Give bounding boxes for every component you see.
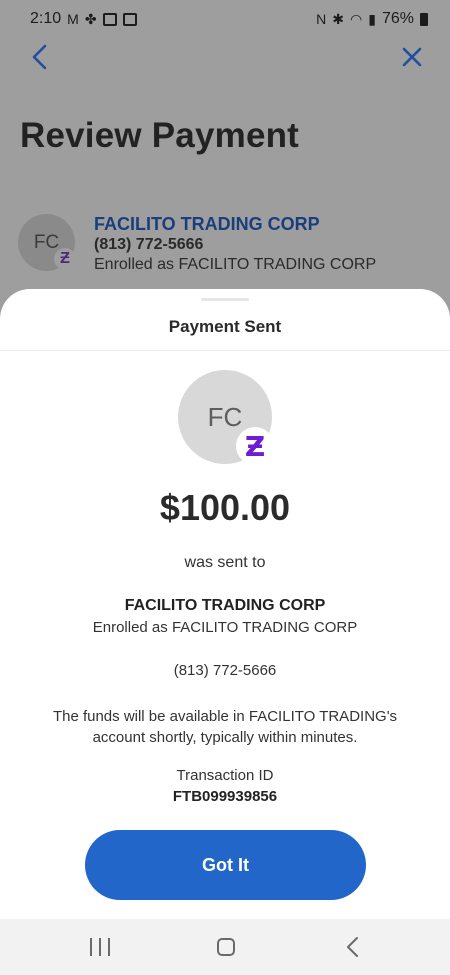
status-bar: 2:10 M ✤ N ✱ ◠ ▮ 76% [0, 0, 450, 38]
divider [0, 350, 450, 351]
app-notification-icon-2 [122, 12, 137, 26]
payment-amount: $100.00 [159, 487, 291, 528]
recipient-name: FACILITO TRADING CORP [94, 214, 320, 234]
got-it-button[interactable]: Got It [85, 830, 366, 900]
transaction-id-label: Transaction ID [176, 767, 274, 784]
battery-percent: 76% [381, 10, 414, 27]
sent-to-text: was sent to [184, 554, 266, 571]
wifi-icon: ◠ [350, 11, 363, 27]
status-right: N ✱ ◠ ▮ 76% [316, 10, 428, 28]
sheet-title: Payment Sent [168, 317, 282, 336]
app-notification-icon [102, 12, 117, 26]
nfc-icon: N [316, 11, 327, 27]
recipient-summary: FC Ƶ FACILITO TRADING CORP (813) 772-566… [18, 212, 438, 282]
gmail-icon: M [67, 11, 79, 27]
recipient-name: FACILITO TRADING CORP [124, 597, 326, 614]
back-arrow-icon[interactable] [28, 42, 52, 72]
recipient-enrolled: Enrolled as FACILITO TRADING CORP [92, 619, 358, 636]
home-icon[interactable] [217, 938, 235, 956]
zelle-badge-icon: Ƶ [54, 248, 76, 270]
battery-icon [420, 12, 428, 26]
drag-handle[interactable] [201, 298, 249, 301]
recipient-phone: (813) 772-5666 [173, 662, 277, 679]
payment-sent-sheet: Payment Sent FC Ƶ $100.00 was sent to FA… [0, 289, 450, 919]
page-title: Review Payment [20, 116, 300, 155]
bluetooth-icon: ✱ [332, 11, 345, 27]
close-icon[interactable] [400, 44, 424, 70]
zelle-badge-icon: Ƶ [236, 427, 274, 465]
status-left: 2:10 M ✤ [30, 10, 137, 28]
top-nav [0, 38, 450, 76]
transaction-id-value: FTB099939856 [172, 788, 278, 805]
system-back-icon[interactable] [344, 936, 362, 958]
system-nav-bar [0, 919, 450, 975]
recipient-phone: (813) 772-5666 [94, 236, 204, 253]
recipient-enrolled: Enrolled as FACILITO TRADING CORP [94, 256, 377, 273]
recent-apps-icon[interactable] [90, 938, 110, 956]
signal-icon: ▮ [368, 11, 376, 27]
pinwheel-icon: ✤ [84, 11, 97, 27]
funds-availability-note: The funds will be available in FACILITO … [52, 708, 398, 746]
status-time: 2:10 [30, 10, 62, 27]
